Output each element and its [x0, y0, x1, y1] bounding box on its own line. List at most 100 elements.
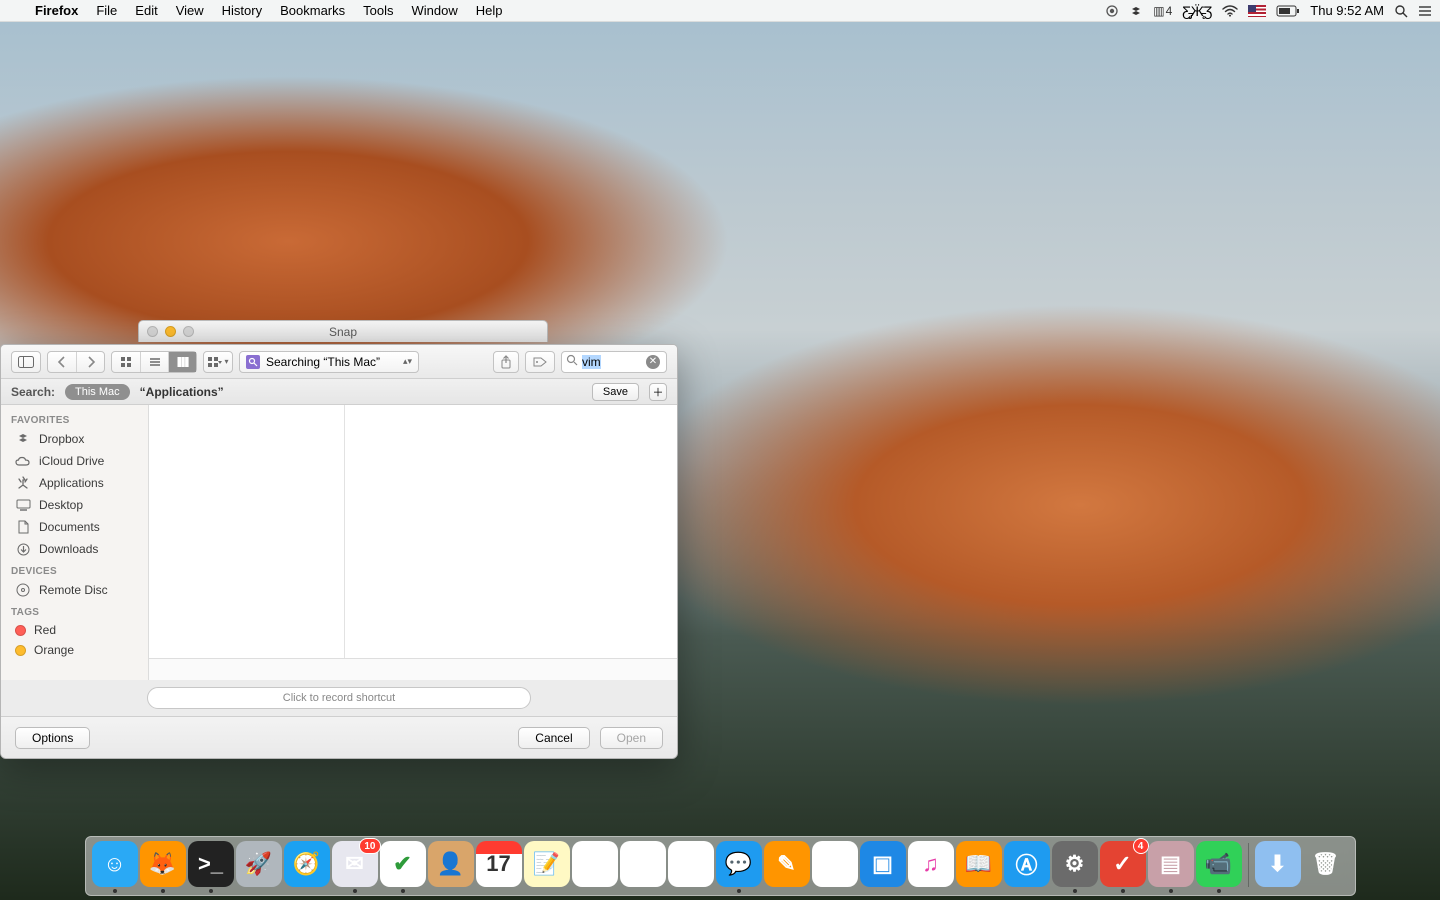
dock-app-notes[interactable]: 📝	[524, 841, 570, 887]
column-view-button[interactable]	[168, 352, 196, 372]
dock-app-firefox[interactable]: 🦊	[140, 841, 186, 887]
options-button[interactable]: Options	[15, 727, 90, 749]
dock-app-pages[interactable]: ✎	[764, 841, 810, 887]
dock-app-safari[interactable]: 🧭	[284, 841, 330, 887]
icon-view-button[interactable]	[112, 352, 140, 372]
minimize-traffic-light[interactable]	[165, 326, 176, 337]
list-view-button[interactable]	[140, 352, 168, 372]
close-traffic-light[interactable]	[147, 326, 158, 337]
screenrec-icon[interactable]	[1105, 4, 1119, 18]
save-search-button[interactable]: Save	[592, 383, 639, 401]
clock[interactable]: Thu 9:52 AM	[1310, 3, 1384, 18]
scope-this-mac[interactable]: This Mac	[65, 384, 130, 400]
dock-app-reminders[interactable]: ☑︎	[572, 841, 618, 887]
path-popup[interactable]: Searching “This Mac” ▴▾	[239, 351, 419, 373]
column-browser[interactable]	[149, 405, 677, 658]
sidebar-tag-red[interactable]: Red	[1, 620, 148, 640]
dock-app-appstore[interactable]: Ⓐ	[1004, 841, 1050, 887]
tag-dot-icon	[15, 645, 26, 656]
path-label: Searching “This Mac”	[266, 355, 380, 369]
sidebar-item-downloads[interactable]: Downloads	[1, 538, 148, 560]
record-shortcut-field[interactable]: Click to record shortcut	[147, 687, 531, 709]
snap-window-titlebar[interactable]: Snap	[138, 320, 548, 342]
notification-center-icon[interactable]	[1418, 5, 1432, 17]
dock-app-contacts[interactable]: 👤	[428, 841, 474, 887]
dock-badge: 10	[359, 838, 380, 854]
menu-file[interactable]: File	[87, 0, 126, 22]
dock-app-slides[interactable]: ▦	[620, 841, 666, 887]
applications-icon	[15, 475, 31, 491]
search-field[interactable]: ✕	[561, 351, 667, 373]
menu-view[interactable]: View	[167, 0, 213, 22]
downloads-icon	[15, 541, 31, 557]
sidebar-item-icloud[interactable]: iCloud Drive	[1, 450, 148, 472]
dock-app-preferences[interactable]: ⚙︎	[1052, 841, 1098, 887]
dock-app-launchpad[interactable]: 🚀	[236, 841, 282, 887]
dock-app-facetime[interactable]: 📹	[1196, 841, 1242, 887]
open-button[interactable]: Open	[600, 727, 663, 749]
menu-tools[interactable]: Tools	[354, 0, 402, 22]
sidebar-toggle-button[interactable]	[11, 351, 41, 373]
dock-app-trash[interactable]: 🗑	[1303, 841, 1349, 887]
spotlight-icon[interactable]	[1394, 4, 1408, 18]
input-flag-icon[interactable]	[1248, 5, 1266, 17]
browser-column-1[interactable]	[149, 405, 345, 658]
dock-app-finder[interactable]: ☺	[92, 841, 138, 887]
menu-help[interactable]: Help	[467, 0, 512, 22]
chevron-updown-icon: ▴▾	[403, 356, 412, 367]
menubar-extra-icon[interactable]: ▥4	[1153, 4, 1172, 18]
dock-app-vim[interactable]: ✔︎	[380, 841, 426, 887]
dock-badge: 4	[1133, 838, 1149, 854]
path-bar	[149, 658, 677, 680]
sidebar-tag-orange[interactable]: Orange	[1, 640, 148, 660]
scope-applications[interactable]: “Applications”	[140, 385, 224, 399]
dock-app-todoist[interactable]: ✓4	[1100, 841, 1146, 887]
dock-app-keynote[interactable]: ▣	[860, 841, 906, 887]
battery-icon[interactable]	[1276, 5, 1300, 17]
dropbox-status-icon[interactable]	[1129, 4, 1143, 18]
menu-bookmarks[interactable]: Bookmarks	[271, 0, 354, 22]
sidebar-item-remote-disc[interactable]: Remote Disc	[1, 579, 148, 601]
menu-edit[interactable]: Edit	[126, 0, 166, 22]
clear-search-button[interactable]: ✕	[646, 355, 660, 369]
wifi-icon[interactable]	[1222, 5, 1238, 17]
dock-app-itunes[interactable]: ♫	[908, 841, 954, 887]
share-button[interactable]	[493, 351, 519, 373]
documents-icon	[15, 519, 31, 535]
dock-app-snap[interactable]: ▤	[1148, 841, 1194, 887]
add-criteria-button[interactable]: ＋	[649, 383, 667, 401]
search-label: Search:	[11, 385, 55, 399]
tags-button[interactable]	[525, 351, 555, 373]
nav-buttons	[47, 351, 105, 373]
dock: ☺🦊>_🚀🧭✉︎10✔︎👤17📝☑︎▦✿💬✎▮▣♫📖Ⓐ⚙︎✓4▤📹 ⬇︎🗑	[85, 836, 1356, 896]
sidebar-item-applications[interactable]: Applications	[1, 472, 148, 494]
dock-app-terminal[interactable]: >_	[188, 841, 234, 887]
butterfly-icon[interactable]: Ƹ̵̡Ӝ̵̨̄Ʒ	[1182, 3, 1212, 19]
dock-app-numbers[interactable]: ▮	[812, 841, 858, 887]
sidebar-section-tags: Tags	[1, 601, 148, 620]
search-icon	[566, 353, 578, 371]
dock-separator	[1248, 843, 1249, 887]
zoom-traffic-light[interactable]	[183, 326, 194, 337]
saved-search-icon	[246, 355, 260, 369]
menu-history[interactable]: History	[213, 0, 271, 22]
dialog-sidebar: Favorites Dropbox iCloud Drive Applicati…	[1, 405, 149, 680]
search-input[interactable]	[582, 355, 642, 369]
sidebar-item-dropbox[interactable]: Dropbox	[1, 428, 148, 450]
dock-app-downloads[interactable]: ⬇︎	[1255, 841, 1301, 887]
dock-app-photos[interactable]: ✿	[668, 841, 714, 887]
forward-button[interactable]	[76, 352, 104, 372]
menu-window[interactable]: Window	[403, 0, 467, 22]
dock-app-ibooks[interactable]: 📖	[956, 841, 1002, 887]
dock-app-calendar[interactable]: 17	[476, 841, 522, 887]
back-button[interactable]	[48, 352, 76, 372]
sidebar-item-desktop[interactable]: Desktop	[1, 494, 148, 516]
sidebar-item-documents[interactable]: Documents	[1, 516, 148, 538]
dock-app-messages[interactable]: 💬	[716, 841, 762, 887]
disc-icon	[15, 582, 31, 598]
cancel-button[interactable]: Cancel	[518, 727, 589, 749]
desktop-icon	[15, 497, 31, 513]
dock-app-mail[interactable]: ✉︎10	[332, 841, 378, 887]
arrange-button[interactable]: ▾	[203, 351, 233, 373]
app-name-menu[interactable]: Firefox	[26, 0, 87, 22]
